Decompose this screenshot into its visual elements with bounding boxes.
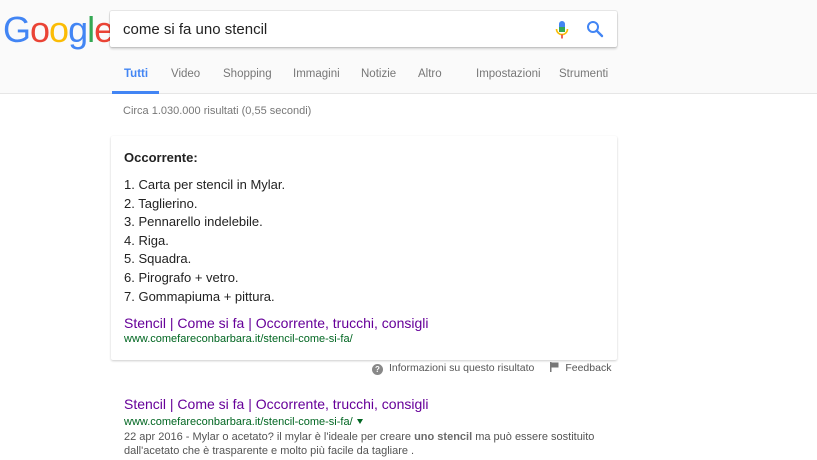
result-title-link[interactable]: Stencil | Come si fa | Occorrente, trucc… [124,396,624,413]
featured-list: 1. Carta per stencil in Mylar. 2. Taglie… [124,176,285,306]
snippet-highlight: uno stencil [414,431,473,443]
tab-impostazioni[interactable]: Impostazioni [476,68,541,80]
search-tabs: Tutti Video Shopping Immagini Notizie Al… [0,60,817,94]
search-input[interactable] [123,17,543,41]
result-snippet: 22 apr 2016 - Mylar o acetato? il mylar … [124,430,624,458]
tab-video[interactable]: Video [171,68,200,80]
search-icon[interactable] [586,20,604,38]
feedback-flag-icon[interactable] [550,362,559,372]
featured-result-link[interactable]: Stencil | Come si fa | Occorrente, trucc… [124,315,429,331]
logo-letter: l [87,9,95,50]
logo-letter: G [3,9,31,50]
featured-snippet: Occorrente: 1. Carta per stencil in Myla… [111,136,617,360]
result-url-text: www.comefareconbarbara.it/stencil-come-s… [124,416,353,428]
list-item: 6. Pirografo + vetro. [124,269,239,285]
tab-tutti[interactable]: Tutti [124,68,148,80]
logo-letter: o [49,9,69,50]
featured-result-url: www.comefareconbarbara.it/stencil-come-s… [124,333,353,345]
tab-immagini[interactable]: Immagini [293,68,340,80]
snippet-feedback-row: ? Informazioni su questo risultato Feedbac… [372,362,611,375]
list-item: 2. Taglierino. [124,195,198,211]
tab-strumenti[interactable]: Strumenti [559,68,608,80]
active-tab-indicator [112,91,159,94]
logo-letter: o [30,9,50,50]
tab-shopping[interactable]: Shopping [223,68,272,80]
list-item: 1. Carta per stencil in Mylar. [124,177,286,192]
snippet-text: 22 apr 2016 - Mylar o acetato? il mylar … [124,431,415,443]
feedback-link[interactable]: Feedback [565,362,611,374]
result-stats: Circa 1.030.000 risultati (0,55 secondi) [123,105,312,117]
tab-altro[interactable]: Altro [418,68,442,80]
google-logo[interactable]: Google [3,9,114,50]
search-result: Stencil | Come si fa | Occorrente, trucc… [124,396,624,458]
url-options-caret-icon[interactable] [356,419,363,424]
search-box [110,11,617,47]
microphone-icon[interactable] [554,20,570,40]
tab-notizie[interactable]: Notizie [361,68,396,80]
logo-letter: g [68,9,88,50]
list-item: 4. Riga. [124,232,169,248]
result-info-link[interactable]: Informazioni su questo risultato [389,362,534,374]
featured-heading: Occorrente: [124,150,198,165]
list-item: 7. Gommapiuma + pittura. [124,288,275,304]
list-item: 3. Pennarello indelebile. [124,214,263,230]
result-url: www.comefareconbarbara.it/stencil-come-s… [124,415,624,429]
list-item: 5. Squadra. [124,251,192,267]
search-header: Google Tutti Video Shopping Immagini Not… [0,0,817,94]
info-icon[interactable]: ? [372,364,383,375]
